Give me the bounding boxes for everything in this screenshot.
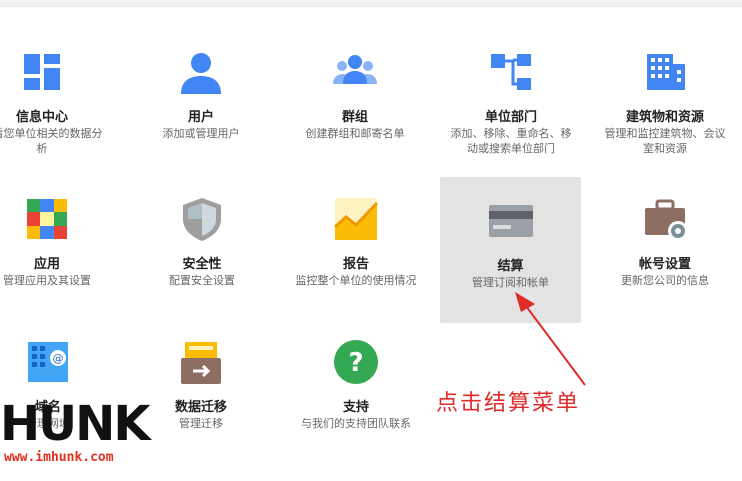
tile-description: 添加或管理用户 (162, 127, 240, 140)
svg-text:?: ? (348, 348, 363, 378)
groups-icon (331, 48, 379, 96)
tile-description: 创建群组和邮寄名单 (305, 127, 405, 140)
user-icon (177, 48, 225, 96)
tile-title: 结算 (497, 259, 524, 274)
top-divider (0, 0, 742, 7)
reports-chart-icon (332, 195, 380, 243)
tile-description: 管理和监控建筑物、会议室和资源 (604, 127, 726, 155)
tile-support[interactable]: ? 支持 与我们的支持团队联系 (286, 318, 426, 464)
tile-dashboard[interactable]: 信息中心 查看您单位相关的数据分析 (0, 28, 112, 174)
data-migration-icon (177, 338, 225, 386)
shield-icon (178, 195, 226, 243)
tile-description: 监控整个单位的使用情况 (295, 274, 417, 287)
help-icon: ? (332, 338, 380, 386)
apps-icon (23, 195, 71, 243)
tile-description: 更新您公司的信息 (621, 274, 709, 287)
tile-title: 应用 (33, 257, 60, 272)
annotation-text: 点击结算菜单 (436, 391, 581, 416)
dashboard-icon (18, 48, 66, 96)
svg-text:@: @ (53, 352, 64, 365)
tile-groups[interactable]: 群组 创建群组和邮寄名单 (285, 28, 425, 174)
tile-users[interactable]: 用户 添加或管理用户 (131, 28, 271, 174)
tile-title: 单位部门 (484, 110, 537, 125)
watermark-url: www.imhunk.com (4, 450, 114, 465)
tile-apps[interactable]: 应用 管理应用及其设置 (0, 175, 117, 321)
tile-description: 与我们的支持团队联系 (301, 417, 411, 430)
tile-org-units[interactable]: 单位部门 添加、移除、重命名、移动或搜索单位部门 (441, 28, 581, 174)
tile-title: 建筑物和资源 (625, 110, 704, 125)
tile-description: 管理订阅和帐单 (472, 276, 549, 289)
watermark: HUNK www.imhunk.com (0, 400, 160, 470)
tile-title: 安全性 (182, 257, 222, 272)
tile-title: 帐号设置 (638, 257, 691, 272)
tile-account-settings[interactable]: 帐号设置 更新您公司的信息 (595, 175, 735, 321)
tile-title: 信息中心 (15, 110, 68, 125)
tile-description: 配置安全设置 (169, 274, 235, 287)
tile-buildings[interactable]: 建筑物和资源 管理和监控建筑物、会议室和资源 (595, 28, 735, 174)
domains-icon: @ (24, 338, 72, 386)
tile-title: 支持 (342, 400, 369, 415)
tile-title: 报告 (342, 257, 369, 272)
annotation-arrow (515, 292, 586, 386)
tile-security[interactable]: 安全性 配置安全设置 (132, 175, 272, 321)
tile-description: 管理应用及其设置 (3, 274, 91, 287)
org-units-icon (487, 48, 535, 96)
watermark-logo: HUNK (0, 396, 151, 452)
tile-reports[interactable]: 报告 监控整个单位的使用情况 (286, 175, 426, 321)
tile-title: 用户 (187, 110, 214, 125)
briefcase-gear-icon (641, 195, 689, 243)
tile-title: 群组 (341, 110, 368, 125)
credit-card-icon (487, 197, 535, 245)
building-icon (641, 48, 689, 96)
tile-description: 添加、移除、重命名、移动或搜索单位部门 (450, 127, 572, 155)
tile-description: 查看您单位相关的数据分析 (0, 127, 103, 155)
